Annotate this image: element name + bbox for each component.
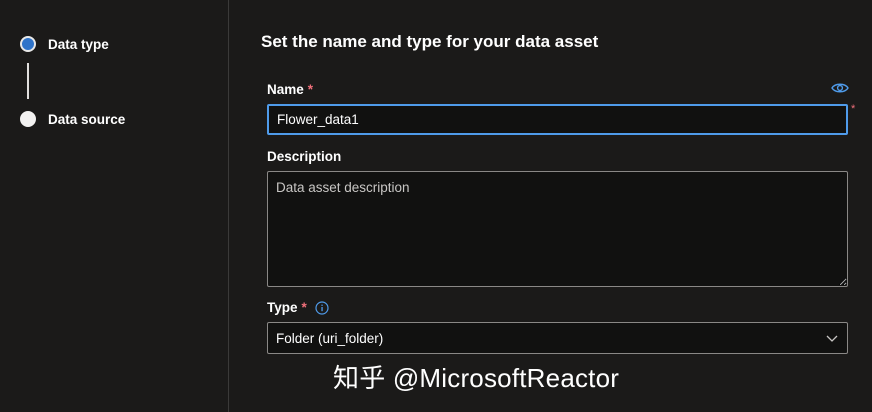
name-label-text: Name xyxy=(267,82,304,97)
watermark-text: 知乎 @MicrosoftReactor xyxy=(333,363,620,393)
type-dropdown[interactable]: Folder (uri_folder) xyxy=(267,322,848,354)
info-icon[interactable] xyxy=(315,300,329,315)
required-asterisk: * xyxy=(851,103,856,115)
step-active-indicator-icon xyxy=(20,36,36,52)
description-label: Description xyxy=(267,149,342,164)
name-label: Name * xyxy=(267,82,313,97)
page-title: Set the name and type for your data asse… xyxy=(261,32,599,51)
create-data-asset-panel: Data type Data source Set the name and t… xyxy=(0,0,872,412)
step-connector xyxy=(27,63,29,99)
type-label-text: Type xyxy=(267,300,298,315)
wizard-stepper: Data type Data source xyxy=(0,0,228,412)
step-pending-indicator-icon xyxy=(20,111,36,127)
description-textarea[interactable] xyxy=(267,171,848,287)
step-data-source[interactable]: Data source xyxy=(20,111,125,127)
type-label: Type * xyxy=(267,300,329,315)
eye-icon[interactable] xyxy=(831,81,849,95)
step-label: Data type xyxy=(48,36,109,52)
type-dropdown-value: Folder (uri_folder) xyxy=(276,330,384,346)
name-input[interactable] xyxy=(267,104,848,135)
required-asterisk: * xyxy=(307,82,314,97)
required-asterisk: * xyxy=(301,300,307,315)
chevron-down-icon xyxy=(825,331,839,345)
step-label: Data source xyxy=(48,111,126,127)
step-data-type[interactable]: Data type xyxy=(20,36,109,52)
form-area: Set the name and type for your data asse… xyxy=(229,0,872,412)
